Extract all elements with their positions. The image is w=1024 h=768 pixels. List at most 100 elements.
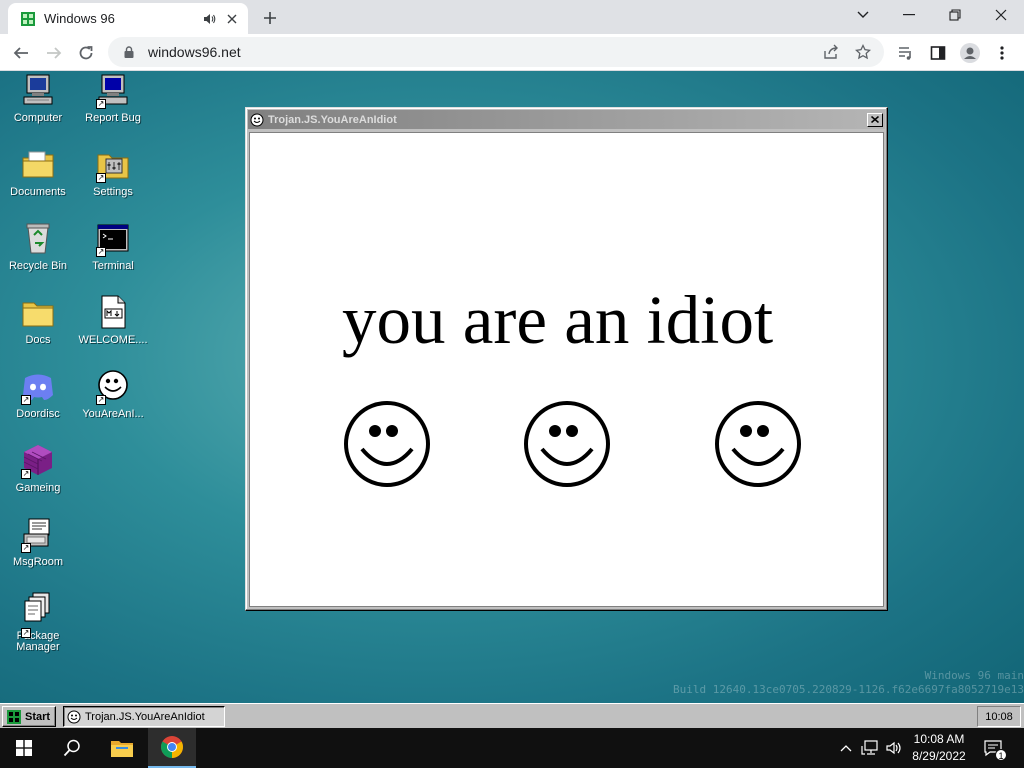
shortcut-arrow-icon: ↗ <box>96 395 106 405</box>
desktop-icon-label: MsgRoom <box>12 556 64 568</box>
os-taskbar: 10:08 AM 8/29/2022 1 <box>0 728 1024 768</box>
windows-start-button[interactable] <box>0 728 48 768</box>
clock-time: 10:08 AM <box>913 732 965 746</box>
window-content: you are an idiot <box>249 132 884 607</box>
notification-count-badge: 1 <box>995 749 1007 761</box>
markdown-file-icon <box>101 295 126 329</box>
system-clock[interactable]: 10:08 AM 8/29/2022 <box>902 731 976 765</box>
start-button[interactable]: Start <box>2 706 56 727</box>
chrome-icon <box>161 736 183 758</box>
start-label: Start <box>25 710 51 723</box>
desktop-icon-package-manager[interactable]: ↗ Package Manager <box>0 591 76 653</box>
win96-taskbar: Start Trojan.JS.YouAreAnIdiot 10:08 <box>0 703 1024 728</box>
address-bar[interactable]: windows96.net <box>108 37 884 67</box>
desktop-icon-label: Docs <box>25 334 51 346</box>
file-explorer-icon <box>111 741 133 757</box>
search-button[interactable] <box>48 728 96 768</box>
desktop-icon-terminal[interactable]: ↗ Terminal <box>75 221 151 272</box>
desktop-icon-settings[interactable]: ↗ Settings <box>75 147 151 198</box>
win96-logo-icon <box>7 709 21 724</box>
desktop-icon-label: YouAreAnI... <box>82 408 144 420</box>
minimize-window-button[interactable] <box>886 0 932 30</box>
window-title: Trojan.JS.YouAreAnIdiot <box>268 113 397 126</box>
shortcut-arrow-icon: ↗ <box>21 395 31 405</box>
reload-button[interactable] <box>72 39 100 67</box>
tab-search-chevron-icon[interactable] <box>840 0 886 30</box>
shortcut-arrow-icon: ↗ <box>96 247 106 257</box>
show-hidden-icons-chevron-icon[interactable] <box>836 738 856 758</box>
tab-audio-speaker-icon[interactable] <box>202 12 216 26</box>
computer-icon <box>23 74 53 105</box>
browser-tab-strip: Windows 96 <box>0 0 1024 34</box>
network-icon[interactable] <box>860 738 880 758</box>
desktop-icon-label: Package Manager <box>16 630 60 653</box>
build-number: Build 12640.13ce0705.220829-1126.f62e669… <box>673 683 1024 696</box>
lock-icon[interactable] <box>122 45 136 59</box>
desktop-icon-label: Terminal <box>92 260 134 272</box>
desktop-icon-gameing[interactable]: ↗ Gameing <box>0 443 76 494</box>
desktop-icon-msgroom[interactable]: ↗ MsgRoom <box>0 517 76 568</box>
shortcut-arrow-icon: ↗ <box>96 173 106 183</box>
media-queue-icon[interactable] <box>892 39 920 67</box>
desktop-icon-recycle-bin[interactable]: Recycle Bin <box>0 221 76 272</box>
forward-button[interactable] <box>40 39 68 67</box>
desktop-icon-label: Documents <box>10 186 66 198</box>
build-os-name: Windows 96 main <box>924 669 1024 682</box>
desktop-icon-label: Gameing <box>15 482 61 494</box>
back-button[interactable] <box>7 39 35 67</box>
volume-icon[interactable] <box>884 738 904 758</box>
desktop-icon-label: Recycle Bin <box>8 260 68 272</box>
taskbar-task-youareanidiot[interactable]: Trojan.JS.YouAreAnIdiot <box>63 706 225 727</box>
bookmark-star-icon[interactable] <box>852 41 874 63</box>
shortcut-arrow-icon: ↗ <box>21 543 31 553</box>
browser-menu-kebab-icon[interactable] <box>988 39 1016 67</box>
shortcut-arrow-icon: ↗ <box>21 628 31 638</box>
tab-title: Windows 96 <box>44 11 115 26</box>
smiley-face-icon <box>524 401 610 487</box>
desktop-icon-computer[interactable]: Computer <box>0 73 76 124</box>
desktop-icon-doordisc[interactable]: ↗ Doordisc <box>0 369 76 420</box>
profile-avatar-icon[interactable] <box>956 39 984 67</box>
restore-window-button[interactable] <box>932 0 978 30</box>
browser-tab[interactable]: Windows 96 <box>8 3 248 34</box>
url-text[interactable]: windows96.net <box>148 44 810 60</box>
desktop-icon-label: WELCOME.... <box>78 334 148 346</box>
recycle-bin-icon <box>26 223 50 254</box>
build-watermark: Windows 96 main Build 12640.13ce0705.220… <box>673 669 1024 697</box>
desktop-icon-docs[interactable]: Docs <box>0 295 76 346</box>
smiley-face-icon <box>715 401 801 487</box>
desktop-icon-documents[interactable]: Documents <box>0 147 76 198</box>
smiley-title-icon <box>250 113 264 126</box>
desktop-icon-report-bug[interactable]: ↗ Report Bug <box>75 73 151 124</box>
side-panel-icon[interactable] <box>924 39 952 67</box>
share-icon[interactable] <box>820 41 842 63</box>
smiley-task-icon <box>67 710 81 723</box>
task-label: Trojan.JS.YouAreAnIdiot <box>85 710 205 723</box>
close-window-button[interactable] <box>978 0 1024 30</box>
windows96-favicon-icon <box>21 11 35 26</box>
chrome-taskbar-button[interactable] <box>148 728 196 768</box>
desktop-icon-label: Settings <box>93 186 133 198</box>
desktop-icon-welcome[interactable]: WELCOME.... <box>75 295 151 346</box>
win96-desktop[interactable]: Computer Documents Recycle Bin Docs ↗ Do… <box>0 71 1024 703</box>
desktop-icon-label: Doordisc <box>16 408 60 420</box>
new-tab-button[interactable] <box>258 7 282 29</box>
trojan-window[interactable]: Trojan.JS.YouAreAnIdiot you are an idiot <box>245 107 888 611</box>
desktop-icon-youareanidiot[interactable]: ↗ YouAreAnI... <box>75 369 151 420</box>
window-titlebar[interactable]: Trojan.JS.YouAreAnIdiot <box>248 110 885 129</box>
desktop-icon-label: Computer <box>13 112 63 124</box>
idiot-message: you are an idiot <box>342 282 774 358</box>
folder-icon <box>22 302 54 327</box>
file-explorer-button[interactable] <box>98 728 146 768</box>
window-close-button[interactable] <box>867 112 883 127</box>
notification-center-icon[interactable]: 1 <box>982 737 1007 761</box>
package-manager-icon <box>24 592 50 622</box>
desktop-icon-label: Report Bug <box>85 112 141 124</box>
browser-toolbar: windows96.net <box>0 34 1024 71</box>
smiley-face-icon <box>344 401 430 487</box>
windows-logo-icon <box>16 740 32 756</box>
win96-tray-clock[interactable]: 10:08 <box>977 706 1021 727</box>
close-tab-icon[interactable] <box>224 11 240 27</box>
clock-date: 8/29/2022 <box>912 749 966 763</box>
search-icon <box>63 739 80 757</box>
